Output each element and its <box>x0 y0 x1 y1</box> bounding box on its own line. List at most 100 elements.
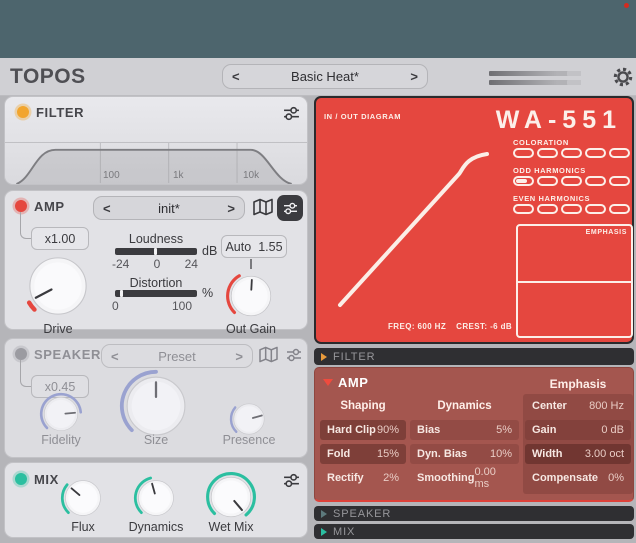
alert-indicator <box>624 3 629 8</box>
speaker-module-card: SPEAKER < Preset > x0.45 Fidelity Size P… <box>4 338 308 458</box>
param-fold[interactable]: Fold 15% <box>320 444 406 464</box>
amp-multiplier[interactable]: x1.00 <box>31 227 89 250</box>
speaker-multiplier-connector <box>20 360 31 387</box>
speaker-preset-prev-button[interactable]: < <box>102 349 128 364</box>
param-rectify[interactable]: Rectify 2% <box>320 468 406 488</box>
flux-label: Flux <box>71 520 95 534</box>
preset-name[interactable]: Basic Heat* <box>249 69 402 84</box>
freq-readout: FREQ: 600 HZ <box>388 322 447 331</box>
filter-sliders-icon[interactable] <box>283 106 300 121</box>
mix-title: MIX <box>34 472 59 487</box>
filter-curve-display[interactable]: 100 1k 10k <box>5 142 307 184</box>
param-gain[interactable]: Gain 0 dB <box>525 420 631 440</box>
settings-gear-icon[interactable] <box>612 66 634 88</box>
distortion-scale: 0 100 <box>112 299 192 313</box>
speaker-preset-browser[interactable]: < Preset > <box>101 344 253 368</box>
in-out-diagram-label: IN / OUT DIAGRAM <box>324 112 402 121</box>
auto-gain-box[interactable]: Auto 1.55 <box>221 235 287 258</box>
amp-panel-title[interactable]: AMP <box>338 375 368 390</box>
amp-preset-browser[interactable]: < init* > <box>93 196 245 220</box>
distortion-handle[interactable] <box>119 290 123 297</box>
loudness-unit: dB <box>202 244 218 258</box>
amp-map-icon[interactable] <box>253 198 273 216</box>
param-dyn-bias[interactable]: Dyn. Bias 10% <box>410 444 519 464</box>
fidelity-label: Fidelity <box>41 433 81 447</box>
mix-power-led[interactable] <box>15 473 27 485</box>
global-preset-browser[interactable]: < Basic Heat* > <box>222 64 428 89</box>
speaker-sliders-icon[interactable] <box>286 348 302 362</box>
wet-mix-knob[interactable] <box>205 471 257 523</box>
loudness-label: Loudness <box>128 232 184 246</box>
mix-sliders-icon[interactable] <box>283 473 300 488</box>
plugin-window: TOPOS < Basic Heat* > FILTER 100 1k 10k … <box>0 0 636 543</box>
speaker-preset-next-button[interactable]: > <box>226 349 252 364</box>
distortion-unit: % <box>202 286 214 300</box>
even-harmonics-leds <box>513 204 630 214</box>
wa551-display: IN / OUT DIAGRAM WA-551 COLORATION ODD H… <box>314 96 634 344</box>
speaker-title: SPEAKER <box>34 347 102 362</box>
preset-prev-button[interactable]: < <box>223 69 249 84</box>
speaker-expand-icon <box>321 509 327 518</box>
host-titlebar <box>0 0 636 58</box>
emphasis-curve <box>518 281 631 283</box>
amp-parameters-panel: AMP Emphasis Shaping Dynamics Hard Clip … <box>314 367 634 502</box>
wet-mix-label: Wet Mix <box>208 520 254 534</box>
amp-preset-name[interactable]: init* <box>120 201 219 216</box>
amp-multiplier-connector <box>20 212 31 239</box>
amp-module-card: AMP < init* > x1.00 Drive Loudness dB -2… <box>4 190 308 336</box>
amp-power-led[interactable] <box>15 200 27 212</box>
speaker-preset-name[interactable]: Preset <box>128 349 227 364</box>
out-gain-knob[interactable] <box>225 270 277 322</box>
tab-speaker[interactable]: SPEAKER <box>314 506 634 521</box>
loudness-scale: -24 0 24 <box>112 257 198 271</box>
param-hard-clip[interactable]: Hard Clip 90% <box>320 420 406 440</box>
param-bias[interactable]: Bias 5% <box>410 420 519 440</box>
dynamics-label: Dynamics <box>128 520 184 534</box>
brand-logo: TOPOS <box>10 65 86 88</box>
distortion-slider[interactable] <box>115 290 197 297</box>
filter-tick-100: 100 <box>103 170 120 181</box>
shaping-header: Shaping <box>340 400 386 412</box>
amp-preset-prev-button[interactable]: < <box>94 201 120 216</box>
size-label: Size <box>143 433 169 447</box>
filter-module-card: FILTER 100 1k 10k <box>4 96 308 185</box>
coloration-label: COLORATION <box>513 138 569 147</box>
meter-right <box>489 80 581 85</box>
emphasis-display-label: EMPHASIS <box>585 229 627 236</box>
plugin-header: TOPOS < Basic Heat* > <box>0 58 636 96</box>
param-center[interactable]: Center 800 Hz <box>525 396 631 416</box>
param-smoothing[interactable]: Smoothing 0.00 ms <box>410 466 519 490</box>
emphasis-display: EMPHASIS <box>516 224 633 338</box>
param-compensate[interactable]: Compensate 0% <box>525 468 631 488</box>
loudness-slider[interactable] <box>115 248 197 255</box>
param-width[interactable]: Width 3.00 oct <box>525 444 631 464</box>
speaker-power-led[interactable] <box>15 348 27 360</box>
tab-filter[interactable]: FILTER <box>314 348 634 365</box>
speaker-map-icon[interactable] <box>259 346 278 363</box>
filter-title: FILTER <box>36 105 85 120</box>
tab-mix[interactable]: MIX <box>314 524 634 539</box>
amp-sliders-button[interactable] <box>277 195 303 221</box>
transfer-curve <box>338 152 489 307</box>
flux-knob[interactable] <box>60 475 106 521</box>
preset-next-button[interactable]: > <box>401 69 427 84</box>
dynamics-knob[interactable] <box>133 475 179 521</box>
emphasis-header: Emphasis <box>549 377 607 391</box>
dynamics-header: Dynamics <box>437 400 492 412</box>
fidelity-knob[interactable] <box>39 392 83 436</box>
crest-readout: CREST: -6 dB <box>456 322 513 331</box>
filter-tick-10k: 10k <box>243 170 260 181</box>
out-gain-tick <box>250 259 252 269</box>
filter-power-led[interactable] <box>17 106 29 118</box>
coloration-leds <box>513 148 630 158</box>
amp-collapse-icon[interactable] <box>323 379 333 386</box>
amp-preset-next-button[interactable]: > <box>218 201 244 216</box>
distortion-label: Distortion <box>129 276 183 290</box>
mix-module-card: MIX Flux Dynamics Wet Mix <box>4 462 308 538</box>
even-harmonics-label: EVEN HARMONICS <box>513 194 591 203</box>
loudness-handle[interactable] <box>154 248 158 255</box>
filter-expand-icon <box>321 352 327 361</box>
drive-knob[interactable] <box>21 249 95 323</box>
display-readout: FREQ: 600 HZ CREST: -6 dB <box>388 322 512 331</box>
meter-left <box>489 71 581 76</box>
